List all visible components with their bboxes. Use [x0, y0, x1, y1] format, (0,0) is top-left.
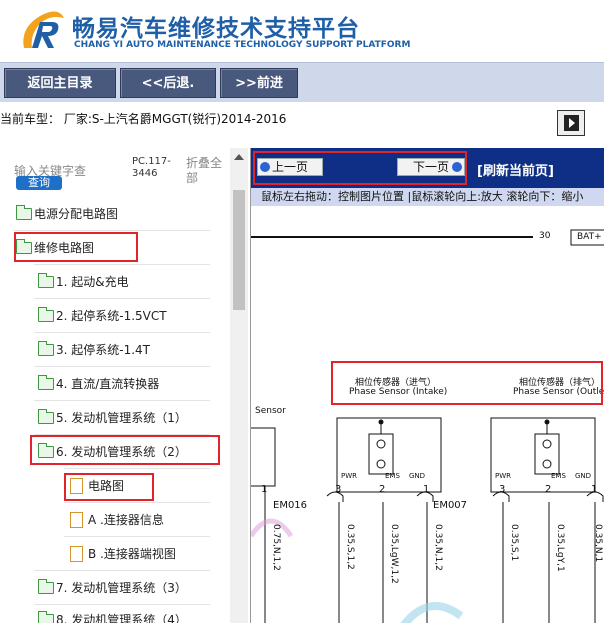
- tree-item-ems-3[interactable]: 7. 发动机管理系统（3）: [36, 577, 226, 599]
- vehicle-bar: 当前车型： 厂家:S-上汽名爵MGGT(锐行)2014-2016: [0, 102, 604, 148]
- document-icon: [70, 546, 83, 562]
- pin-number: 1: [423, 484, 430, 495]
- circuit-diagram[interactable]: 30 BAT+ Sensor 相位传感器（进气） Phase Sensor (I…: [251, 206, 604, 623]
- bat-label: BAT+: [577, 232, 602, 242]
- wire-label-30: 30: [539, 231, 551, 241]
- folder-icon: [38, 307, 54, 322]
- highlight-box: [14, 232, 138, 262]
- connector-em016: EM016: [273, 500, 308, 511]
- folder-icon: [38, 579, 54, 594]
- folder-icon: [38, 611, 54, 623]
- app-header: 畅易汽车维修技术支持平台 CHANG YI AUTO MAINTENANCE T…: [0, 0, 604, 62]
- scroll-thumb[interactable]: [233, 190, 245, 310]
- nav-bar: 返回主目录 <<后退. >>前进: [0, 62, 604, 102]
- home-button[interactable]: 返回主目录: [4, 68, 116, 98]
- pin-number: 3: [499, 484, 506, 495]
- usage-hint: 鼠标左右拖动：控制图片位置 |鼠标滚轮向上:放大 滚轮向下：缩小: [251, 188, 604, 206]
- folder-icon: [38, 273, 54, 288]
- tree-item-connector-info[interactable]: A .连接器信息: [68, 509, 218, 531]
- divider: [64, 468, 210, 469]
- circuit-drawing: [251, 229, 604, 623]
- pin-pwr: PWR: [495, 472, 512, 480]
- toggle-sidebar-button[interactable]: [557, 110, 585, 136]
- wire-spec: 0.35,S,1,2: [345, 524, 355, 570]
- pin-number: 1: [591, 484, 598, 495]
- divider: [34, 332, 210, 333]
- refresh-link[interactable]: [刷新当前页]: [477, 160, 554, 179]
- forward-button[interactable]: >>前进: [220, 68, 298, 98]
- pin-ems: EMS: [385, 472, 400, 480]
- search-button[interactable]: 查询: [16, 176, 62, 190]
- divider: [34, 570, 210, 571]
- tree-item-start-stop-15[interactable]: 2. 起停系统-1.5VCT: [36, 305, 226, 327]
- divider: [64, 502, 210, 503]
- pin-number: 2: [545, 484, 552, 495]
- document-icon: [70, 512, 83, 528]
- folder-icon: [38, 409, 54, 424]
- divider: [64, 536, 210, 537]
- tree-item-power-distribution[interactable]: 电源分配电路图: [14, 203, 214, 225]
- tree-item-dc-converter[interactable]: 4. 直流/直流转换器: [36, 373, 226, 395]
- tree-item-label: 5. 发动机管理系统（1）: [56, 411, 187, 425]
- highlight-box: [331, 361, 603, 405]
- divider: [34, 298, 210, 299]
- pin-gnd: GND: [409, 472, 426, 480]
- divider: [14, 230, 210, 231]
- pc-code: PC.117-3446: [132, 156, 171, 179]
- app-subtitle: CHANG YI AUTO MAINTENANCE TECHNOLOGY SUP…: [74, 40, 411, 50]
- pin-pwr: PWR: [341, 472, 358, 480]
- collapse-all-link[interactable]: 折叠全部: [186, 156, 228, 186]
- pin-number: 3: [335, 484, 342, 495]
- current-vehicle: 当前车型： 厂家:S-上汽名爵MGGT(锐行)2014-2016: [0, 112, 287, 126]
- wire-spec: 0.35,N,1,2: [433, 524, 443, 571]
- highlight-box: [64, 473, 154, 501]
- divider: [34, 366, 210, 367]
- tree-item-label: 3. 起停系统-1.4T: [56, 343, 151, 357]
- tree-item-start-charge[interactable]: 1. 起动&充电: [36, 271, 226, 293]
- app-title: 畅易汽车维修技术支持平台: [72, 16, 360, 42]
- tree-item-connector-views[interactable]: B .连接器端视图: [68, 543, 218, 565]
- tree-item-label: 8. 发动机管理系统（4）: [56, 613, 187, 623]
- arrow-right-icon: [564, 115, 579, 131]
- tree-item-label: A .连接器信息: [88, 513, 164, 527]
- tree-item-ems-1[interactable]: 5. 发动机管理系统（1）: [36, 407, 226, 429]
- folder-icon: [16, 205, 32, 220]
- pin-number: 2: [379, 484, 386, 495]
- pin-gnd: GND: [575, 472, 592, 480]
- wire-spec: 0.75,N,1,2: [271, 524, 281, 571]
- divider: [34, 264, 210, 265]
- back-button[interactable]: <<后退.: [120, 68, 216, 98]
- tree-item-label: 4. 直流/直流转换器: [56, 377, 160, 391]
- sensor-label-left: Sensor: [255, 406, 286, 416]
- scroll-up-icon[interactable]: [234, 154, 244, 160]
- content-pane: 上一页 下一页 [刷新当前页] 鼠标左右拖动：控制图片位置 |鼠标滚轮向上:放大…: [250, 148, 604, 623]
- tree-item-label: B .连接器端视图: [88, 547, 176, 561]
- tree-item-start-stop-14t[interactable]: 3. 起停系统-1.4T: [36, 339, 226, 361]
- tree-item-label: 1. 起动&充电: [56, 275, 129, 289]
- divider: [34, 400, 210, 401]
- tree-item-label: 7. 发动机管理系统（3）: [56, 581, 187, 595]
- wire-spec: 0.35,LgY,1: [555, 524, 565, 572]
- logo: [23, 11, 64, 49]
- divider: [34, 604, 210, 605]
- tree-item-label: 电源分配电路图: [34, 207, 119, 221]
- highlight-box: [253, 151, 467, 185]
- sidebar-scrollbar[interactable]: [230, 148, 248, 623]
- wire-spec: 0.35,N,1: [593, 524, 603, 563]
- connector-em007: EM007: [433, 500, 468, 511]
- wire-spec: 0.35,LgW,1,2: [389, 524, 399, 584]
- wire-spec: 0.35,S,1: [509, 524, 519, 562]
- pin-number: 1: [261, 484, 268, 495]
- pin-ems: EMS: [551, 472, 566, 480]
- tree-item-ems-4[interactable]: 8. 发动机管理系统（4）: [36, 609, 226, 623]
- folder-icon: [38, 375, 54, 390]
- highlight-box: [30, 435, 220, 465]
- folder-icon: [38, 341, 54, 356]
- tree-item-label: 2. 起停系统-1.5VCT: [56, 309, 167, 323]
